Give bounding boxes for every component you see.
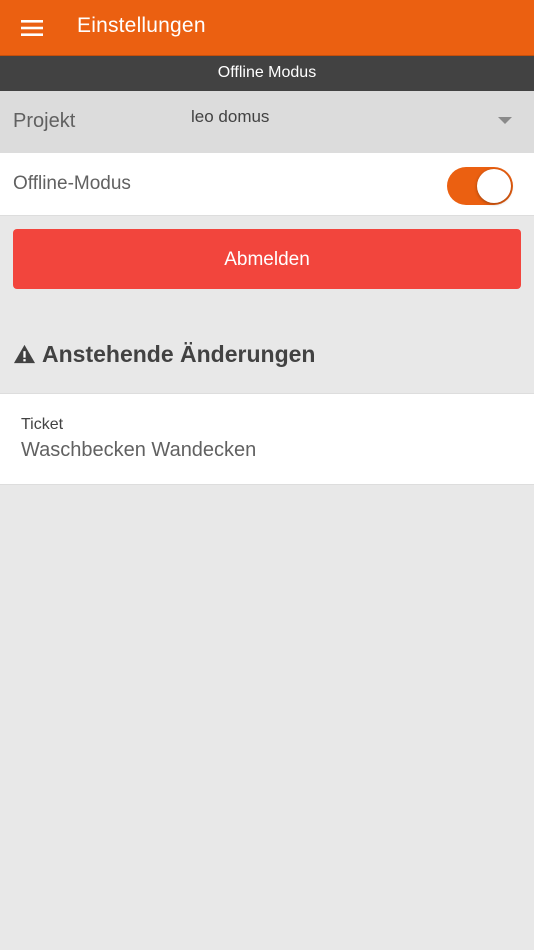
pending-changes-heading: Anstehende Änderungen [13,339,315,369]
dropdown-arrow-icon[interactable] [498,117,512,124]
project-label: Projekt [13,110,76,132]
offline-mode-toggle[interactable] [447,167,513,205]
project-selector[interactable]: Projekt leo domus [0,91,534,153]
offline-mode-label: Offline-Modus [13,173,131,194]
page-title: Einstellungen [77,14,206,37]
app-bar: Einstellungen [0,0,534,56]
pending-changes-title: Anstehende Änderungen [42,340,316,367]
project-selected-value[interactable]: leo domus [191,107,269,127]
list-item[interactable]: Ticket Waschbecken Wandecken [0,393,534,485]
toggle-knob[interactable] [477,169,511,203]
offline-mode-row: Offline-Modus [0,153,534,216]
offline-mode-banner: Offline Modus [0,56,534,91]
warning-icon [13,343,36,366]
logout-button[interactable]: Abmelden [13,229,521,289]
ticket-title: Waschbecken Wandecken [21,439,257,461]
hamburger-menu-icon[interactable] [12,8,52,48]
ticket-type-label: Ticket [21,416,64,433]
